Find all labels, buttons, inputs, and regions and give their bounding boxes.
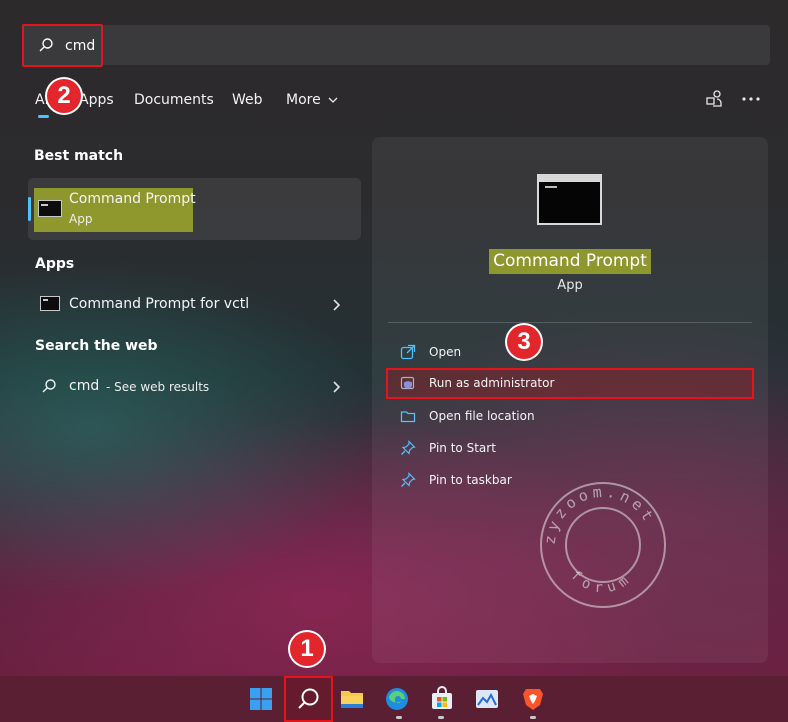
chevron-down-icon	[328, 97, 338, 103]
pin-icon	[401, 472, 416, 487]
watermark-text: zyzoom.net	[541, 483, 655, 546]
best-match-heading: Best match	[34, 148, 124, 164]
action-open-file-location-label: Open file location	[429, 409, 535, 423]
search-input[interactable]: cmd	[65, 38, 95, 54]
running-indicator	[530, 716, 536, 719]
web-search-suffix: - See web results	[106, 380, 210, 394]
command-prompt-large-icon	[537, 174, 602, 225]
folder-icon[interactable]	[339, 686, 365, 712]
svg-text:forum: forum	[567, 567, 636, 596]
action-open-label: Open	[429, 345, 462, 359]
share-account-icon[interactable]	[704, 88, 726, 110]
step-badge-1: 1	[290, 632, 324, 666]
app-title: Command Prompt	[493, 251, 647, 271]
tab-more-label: More	[286, 92, 321, 108]
command-prompt-icon	[40, 296, 60, 311]
watermark-subtext: forum	[567, 567, 630, 596]
tab-web[interactable]: Web	[232, 92, 263, 108]
command-prompt-icon	[38, 200, 62, 217]
apps-heading: Apps	[35, 256, 75, 272]
more-options-icon[interactable]	[740, 88, 762, 110]
folder-icon	[400, 411, 416, 423]
shield-icon	[400, 376, 415, 390]
brave-icon[interactable]	[520, 686, 546, 712]
running-indicator	[438, 716, 444, 719]
list-item-label: Command Prompt for vctl	[69, 296, 250, 312]
search-web-heading: Search the web	[35, 338, 158, 354]
action-pin-to-start-label: Pin to Start	[429, 441, 496, 455]
chevron-right-icon	[333, 299, 341, 311]
tab-apps[interactable]: Apps	[79, 92, 114, 108]
action-run-as-administrator-label: Run as administrator	[429, 376, 555, 390]
open-external-icon	[400, 344, 416, 360]
action-pin-to-taskbar-label: Pin to taskbar	[429, 473, 512, 487]
search-box[interactable]	[22, 25, 770, 65]
step-badge-2: 2	[47, 79, 81, 113]
tab-active-indicator	[38, 115, 49, 118]
best-match-subtitle: App	[69, 212, 93, 226]
web-search-query: cmd	[69, 378, 100, 394]
pin-icon	[401, 440, 416, 455]
search-icon	[39, 38, 53, 52]
action-run-as-administrator[interactable]: Run as administrator	[400, 374, 600, 394]
chevron-right-icon	[333, 381, 341, 393]
step-badge-3: 3	[507, 325, 541, 359]
watermark-stamp: zyzoom.net forum	[540, 482, 666, 608]
search-icon	[42, 379, 56, 393]
list-item[interactable]: Command Prompt for vctl	[28, 290, 361, 320]
action-open-file-location[interactable]: Open file location	[400, 407, 600, 427]
store-icon[interactable]	[429, 686, 455, 712]
selection-indicator	[28, 197, 31, 221]
svg-text:zyzoom.net: zyzoom.net	[541, 483, 659, 546]
search-icon[interactable]	[296, 686, 322, 712]
tab-documents[interactable]: Documents	[134, 92, 214, 108]
app-type: App	[557, 278, 583, 293]
action-pin-to-start[interactable]: Pin to Start	[400, 439, 600, 459]
edge-icon[interactable]	[384, 686, 410, 712]
windows-icon[interactable]	[248, 686, 274, 712]
photos-icon[interactable]	[474, 686, 500, 712]
divider	[388, 322, 752, 323]
best-match-title: Command Prompt	[69, 191, 196, 207]
running-indicator	[396, 716, 402, 719]
list-item[interactable]: cmd - See web results	[28, 372, 361, 402]
tab-more[interactable]: More	[286, 92, 338, 108]
